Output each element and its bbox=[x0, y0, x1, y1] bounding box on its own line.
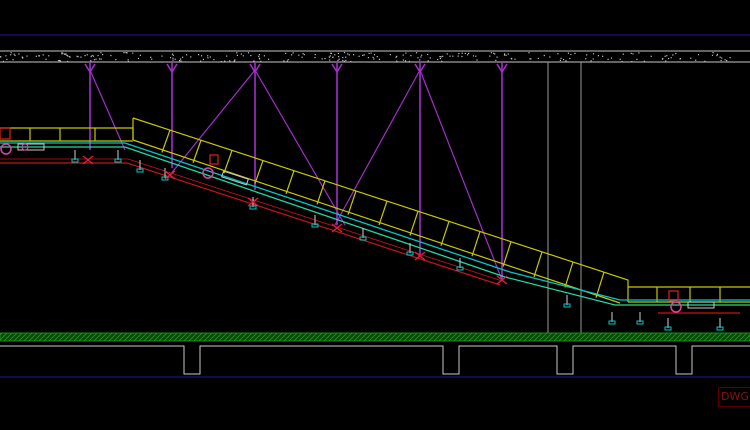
foundation bbox=[0, 345, 750, 375]
dwg-watermark: DWG bbox=[718, 387, 750, 407]
hanger-brace bbox=[334, 69, 421, 226]
truss-web bbox=[378, 200, 388, 226]
truss-web bbox=[254, 160, 264, 184]
truss-web bbox=[223, 150, 233, 174]
cad-conveyor-drawing bbox=[0, 34, 750, 378]
hanger-brace bbox=[169, 69, 256, 176]
base-line bbox=[0, 158, 740, 314]
conveyor-truss bbox=[0, 117, 750, 304]
truss-web bbox=[285, 170, 295, 195]
drive-units bbox=[0, 127, 715, 313]
truss-web bbox=[192, 140, 202, 163]
truss-web bbox=[440, 221, 450, 246]
truss-web bbox=[471, 231, 481, 257]
ground-slab bbox=[0, 332, 750, 342]
truss-web bbox=[161, 129, 171, 153]
drawing-frame bbox=[0, 34, 750, 378]
ceiling-slab bbox=[0, 50, 750, 63]
truss-web bbox=[533, 251, 543, 278]
conveyor-belt bbox=[0, 142, 750, 306]
truss-web bbox=[564, 261, 574, 288]
ceiling-hatch bbox=[0, 52, 731, 63]
hanger-clamp bbox=[164, 170, 176, 180]
hanger-brace bbox=[419, 69, 503, 281]
truss-web bbox=[502, 241, 512, 267]
truss-web bbox=[409, 211, 419, 236]
